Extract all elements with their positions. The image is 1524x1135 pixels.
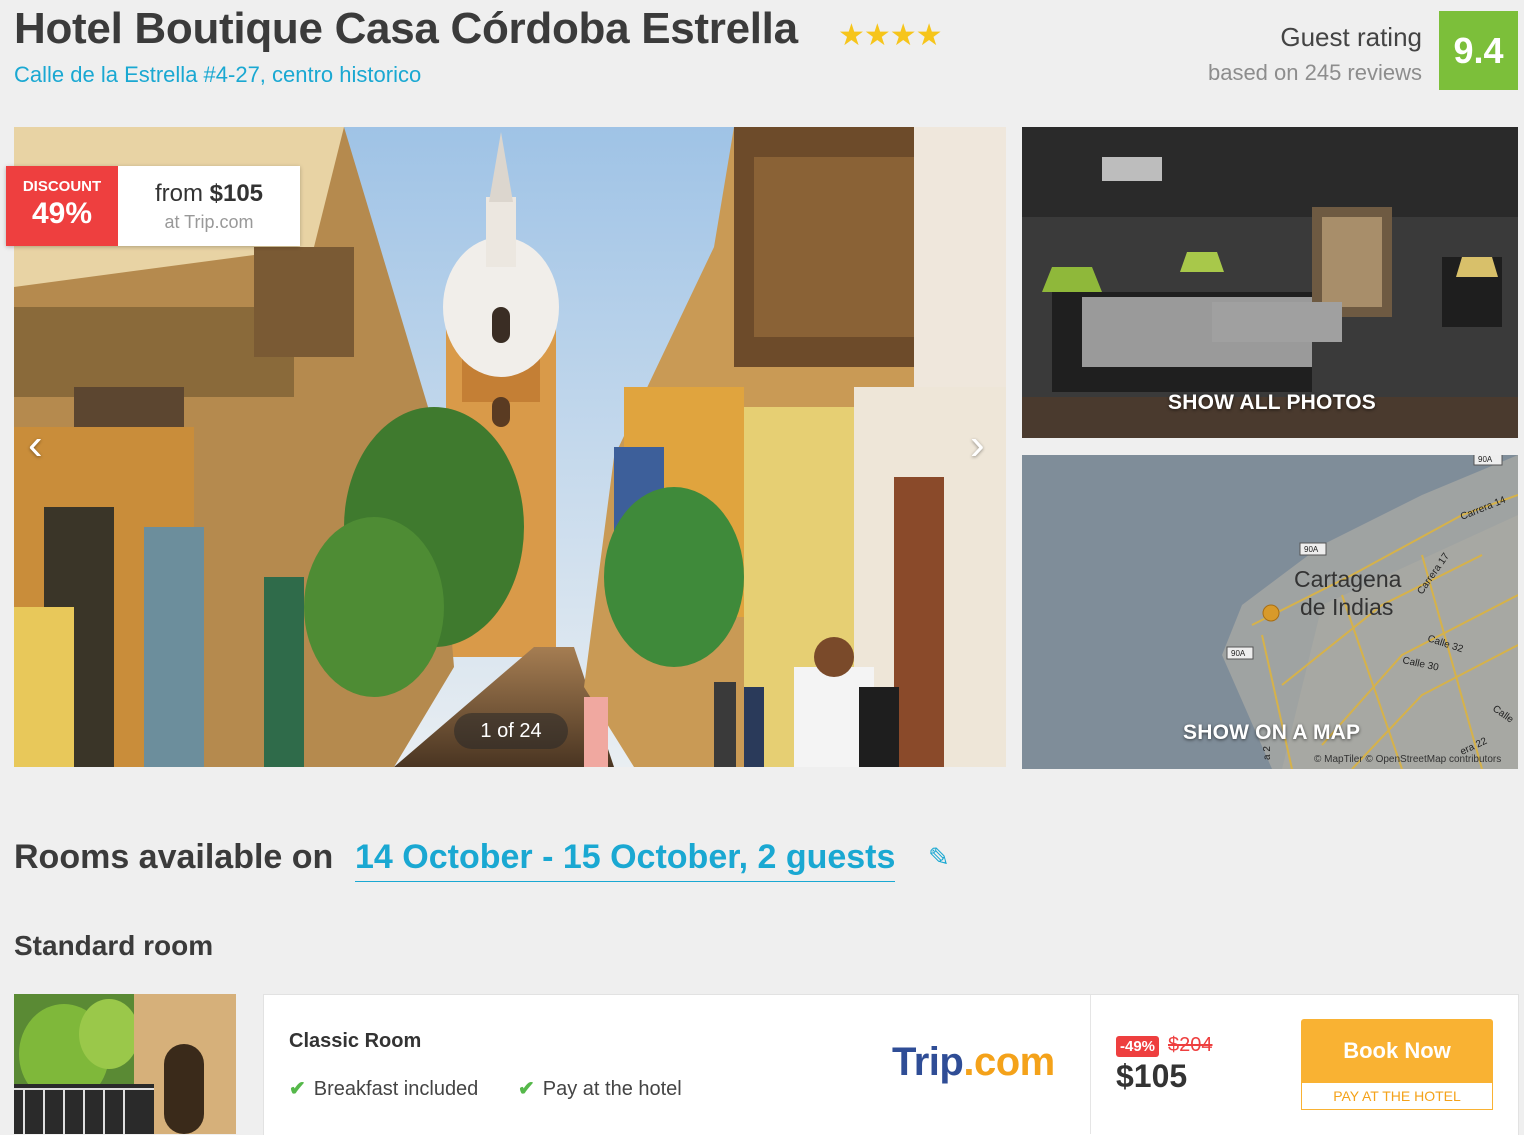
feature-label: Pay at the hotel — [542, 1078, 682, 1100]
map-road-label: 90A — [1304, 545, 1319, 554]
offer-room-name: Classic Room — [289, 1030, 422, 1052]
from-label: from — [154, 180, 203, 207]
provider-suffix: .com — [963, 1040, 1055, 1084]
show-on-map-button[interactable]: SHOW ON A MAP — [1183, 721, 1360, 745]
checkmark-icon: ✔ — [518, 1078, 535, 1100]
discount-percent-badge: -49% — [1116, 1036, 1160, 1057]
discount-badge: DISCOUNT 49% — [6, 166, 118, 246]
chevron-right-icon[interactable]: › — [970, 420, 985, 470]
provider-name: Trip — [892, 1040, 964, 1084]
date-guests-selector[interactable]: 14 October - 15 October, 2 guests — [355, 838, 896, 882]
discount-price-tag[interactable]: DISCOUNT 49% from $105 at Trip.com — [6, 166, 300, 246]
feature-label: Breakfast included — [313, 1078, 479, 1100]
photo-counter: 1 of 24 — [454, 713, 568, 749]
star-rating-icon: ★★★★ — [838, 19, 943, 52]
hotel-title: Hotel Boutique Casa Córdoba Estrella — [14, 4, 798, 53]
feature-breakfast: ✔ Breakfast included — [289, 1076, 478, 1101]
pay-at-hotel-label[interactable]: PAY AT THE HOTEL — [1301, 1083, 1493, 1110]
hotel-address-link[interactable]: Calle de la Estrella #4-27, centro histo… — [14, 62, 421, 88]
map-road-label: 90A — [1478, 455, 1493, 464]
pencil-icon[interactable]: ✎ — [928, 842, 950, 873]
discount-label: DISCOUNT — [22, 178, 102, 195]
map-road-label: a 2 — [1262, 746, 1273, 760]
discount-value: 49% — [31, 197, 93, 230]
guest-rating-label: Guest rating — [1280, 22, 1422, 52]
original-price: $204 — [1168, 1034, 1213, 1056]
map-city-label: Cartagena de Indias — [1294, 565, 1401, 621]
rating-score-badge: 9.4 — [1439, 11, 1518, 90]
review-count[interactable]: based on 245 reviews — [1208, 60, 1422, 86]
map-road-label: 90A — [1231, 649, 1246, 658]
provider-logo: Trip.com — [892, 1040, 1055, 1085]
map-city-line1: Cartagena — [1294, 566, 1402, 592]
from-price-box: from $105 at Trip.com — [118, 166, 300, 246]
chevron-left-icon[interactable]: ‹ — [28, 420, 43, 470]
from-site: at Trip.com — [164, 212, 254, 232]
feature-pay-at-hotel: ✔ Pay at the hotel — [518, 1076, 682, 1101]
courtyard-illustration — [14, 994, 236, 1134]
show-all-photos-button[interactable]: SHOW ALL PHOTOS — [1168, 391, 1376, 415]
offer-price: $105 — [1116, 1058, 1188, 1094]
room-type-heading: Standard room — [14, 930, 214, 961]
checkmark-icon: ✔ — [289, 1078, 306, 1100]
card-divider — [1090, 995, 1091, 1134]
room-type-photo[interactable] — [14, 994, 236, 1134]
map-city-line2: de Indias — [1300, 594, 1394, 620]
rooms-heading: Rooms available on — [14, 838, 334, 876]
book-now-button[interactable]: Book Now — [1301, 1019, 1493, 1083]
from-price: $105 — [209, 180, 264, 207]
map-attribution[interactable]: © MapTiler © OpenStreetMap contributors — [1314, 754, 1501, 765]
